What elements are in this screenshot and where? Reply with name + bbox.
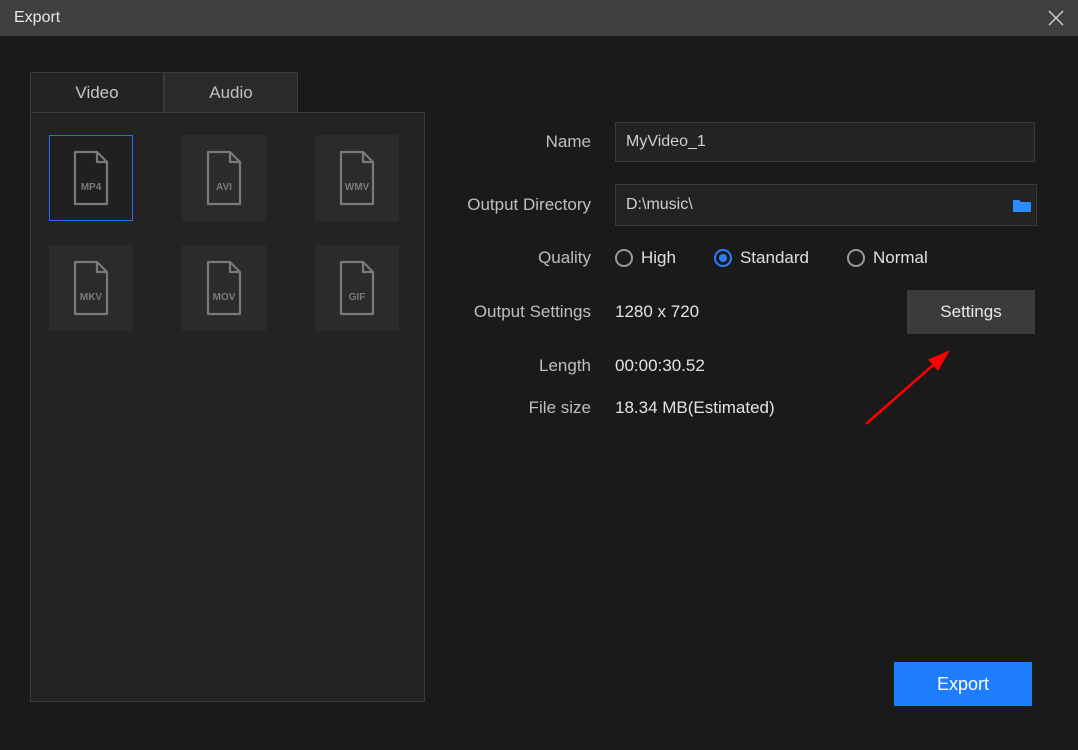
svg-text:WMV: WMV <box>345 182 370 193</box>
filesize-label: File size <box>435 398 615 418</box>
file-icon: WMV <box>335 150 379 206</box>
name-label: Name <box>435 132 615 152</box>
window-title: Export <box>14 9 60 27</box>
length-value: 00:00:30.52 <box>615 356 1048 376</box>
format-mkv[interactable]: MKV <box>49 245 133 331</box>
format-wmv[interactable]: WMV <box>315 135 399 221</box>
browse-folder-button[interactable] <box>1008 185 1036 225</box>
settings-panel: Name Output Directory Quality <box>425 72 1048 720</box>
svg-text:AVI: AVI <box>216 182 232 193</box>
file-icon: MP4 <box>69 150 113 206</box>
folder-icon <box>1012 197 1032 213</box>
filesize-value: 18.34 MB(Estimated) <box>615 398 1048 418</box>
quality-standard-label: Standard <box>740 248 809 268</box>
output-directory-input[interactable] <box>616 185 1008 225</box>
quality-label: Quality <box>435 248 615 268</box>
svg-text:MOV: MOV <box>213 292 236 303</box>
quality-high-label: High <box>641 248 676 268</box>
settings-button[interactable]: Settings <box>907 290 1035 334</box>
file-icon: MOV <box>202 260 246 316</box>
svg-text:MKV: MKV <box>80 292 103 303</box>
format-mov[interactable]: MOV <box>182 245 266 331</box>
format-mp4[interactable]: MP4 <box>49 135 133 221</box>
export-dialog: Export Video Audio MP4 AVI WMV MKV MOV GIF Na… <box>0 0 1078 750</box>
tab-video[interactable]: Video <box>30 72 164 112</box>
export-button[interactable]: Export <box>894 662 1032 706</box>
output-settings-value: 1280 x 720 <box>615 302 699 322</box>
format-panel: Video Audio MP4 AVI WMV MKV MOV GIF <box>30 72 425 720</box>
format-gif[interactable]: GIF <box>315 245 399 331</box>
titlebar: Export <box>0 0 1078 36</box>
output-directory-label: Output Directory <box>435 195 615 215</box>
name-input[interactable] <box>615 122 1035 162</box>
file-icon: GIF <box>335 260 379 316</box>
file-icon: AVI <box>202 150 246 206</box>
output-settings-label: Output Settings <box>435 302 615 322</box>
close-icon[interactable] <box>1048 10 1064 26</box>
tab-audio[interactable]: Audio <box>164 72 298 112</box>
formats-container: MP4 AVI WMV MKV MOV GIF <box>30 112 425 702</box>
svg-text:GIF: GIF <box>349 292 366 303</box>
quality-high-radio[interactable]: High <box>615 248 676 268</box>
quality-normal-label: Normal <box>873 248 928 268</box>
quality-normal-radio[interactable]: Normal <box>847 248 928 268</box>
svg-text:MP4: MP4 <box>81 182 102 193</box>
file-icon: MKV <box>69 260 113 316</box>
quality-standard-radio[interactable]: Standard <box>714 248 809 268</box>
format-avi[interactable]: AVI <box>182 135 266 221</box>
length-label: Length <box>435 356 615 376</box>
tabs: Video Audio <box>30 72 425 112</box>
